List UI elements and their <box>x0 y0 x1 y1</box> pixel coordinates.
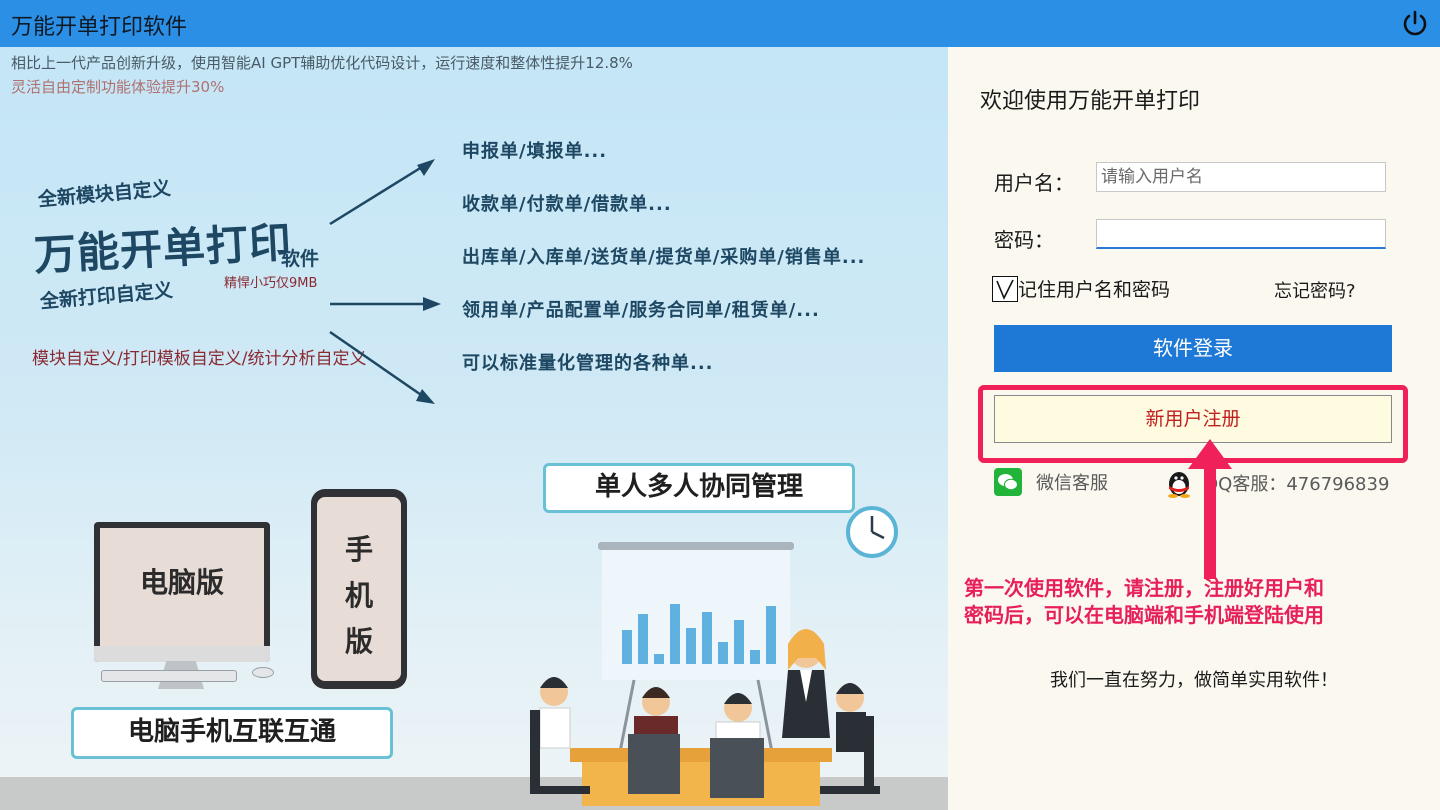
custom-features-line: 模块自定义/打印模板自定义/统计分析自定义 <box>32 349 367 369</box>
power-icon[interactable] <box>1400 8 1430 38</box>
title-bar: 万能开单打印软件 <box>0 0 1440 47</box>
upgrade-info: 相比上一代产品创新升级，使用智能AI GPT辅助优化代码设计，运行速度和整体性提… <box>11 54 633 72</box>
mouse-icon <box>252 667 274 678</box>
promo-banner: 相比上一代产品创新升级，使用智能AI GPT辅助优化代码设计，运行速度和整体性提… <box>0 47 948 810</box>
phone-illustration: 手机版 <box>311 489 407 689</box>
arrow-up-icon <box>1188 439 1232 579</box>
wechat-icon <box>994 468 1022 496</box>
product-suffix: 软件 <box>281 248 320 270</box>
password-label: 密码： <box>994 228 1054 252</box>
interconnect-label: 电脑手机互联互通 <box>71 707 393 759</box>
wechat-service[interactable]: 微信客服 <box>994 468 1108 496</box>
clock-icon <box>846 506 898 558</box>
remember-label: 记住用户名和密码 <box>1018 279 1171 301</box>
forgot-password-link[interactable]: 忘记密码? <box>1274 277 1356 303</box>
form-type-item: 出库单/入库单/送货单/提货单/采购单/销售单... <box>462 247 866 268</box>
username-input[interactable] <box>1096 162 1386 192</box>
wechat-label: 微信客服 <box>1036 473 1108 494</box>
registration-note: 第一次使用软件，请注册，注册好用户和 密码后，可以在电脑端和手机端登陆使用 <box>964 575 1434 629</box>
password-input[interactable] <box>1096 219 1386 249</box>
form-type-item: 收款单/付款单/借款单... <box>462 194 672 215</box>
form-type-item: 申报单/填报单... <box>462 141 608 162</box>
feature-module-custom: 全新模块自定义 <box>37 177 172 211</box>
login-panel: 欢迎使用万能开单打印 用户名： 密码： 记住用户名和密码 忘记密码? 软件登录 … <box>948 47 1440 810</box>
meeting-illustration <box>530 506 898 806</box>
registration-note-line: 第一次使用软件，请注册，注册好用户和 <box>964 576 1324 600</box>
computer-illustration: 电脑版 <box>94 522 270 662</box>
arrows-icon <box>329 159 441 404</box>
username-label: 用户名： <box>994 171 1074 195</box>
welcome-title: 欢迎使用万能开单打印 <box>980 89 1201 114</box>
window-title: 万能开单打印软件 <box>11 15 188 40</box>
upgrade-info-secondary: 灵活自由定制功能体验提升30% <box>11 78 225 96</box>
registration-note-line: 密码后，可以在电脑端和手机端登陆使用 <box>964 603 1324 627</box>
login-button[interactable]: 软件登录 <box>994 325 1392 372</box>
form-type-list: 申报单/填报单... 收款单/付款单/借款单... 出库单/入库单/送货单/提货… <box>462 139 865 404</box>
keyboard-icon <box>101 670 237 682</box>
pc-version-label: 电脑版 <box>139 566 224 599</box>
form-type-item: 领用单/产品配置单/服务合同单/租赁单/... <box>462 300 820 321</box>
checkmark-icon[interactable] <box>992 275 1018 302</box>
slogan: 我们一直在努力，做简单实用软件！ <box>1050 670 1338 691</box>
size-note: 精悍小巧仅9MB <box>224 276 318 291</box>
register-button[interactable]: 新用户注册 <box>994 395 1392 443</box>
remember-checkbox[interactable]: 记住用户名和密码 <box>992 275 1170 302</box>
phone-version-label: 手机版 <box>344 533 373 658</box>
form-type-item: 可以标准量化管理的各种单... <box>462 353 714 374</box>
